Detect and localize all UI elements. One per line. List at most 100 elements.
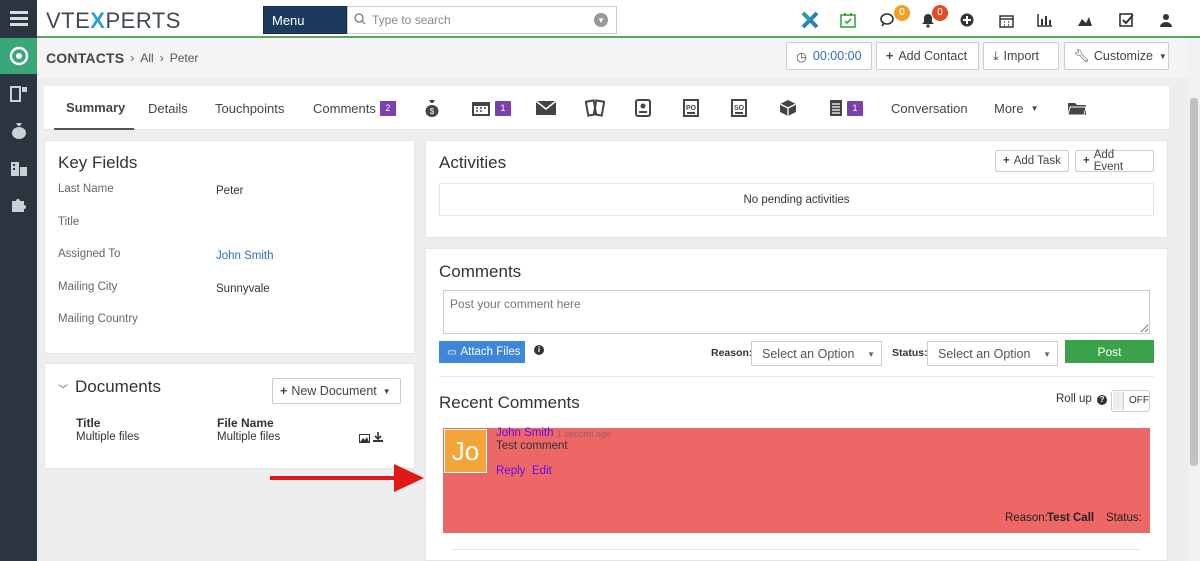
- tab-folder-icon[interactable]: [1067, 86, 1087, 130]
- new-document-button[interactable]: + New Document ▼: [272, 378, 401, 404]
- calendar-tab-badge: 1: [495, 100, 511, 116]
- status-select[interactable]: Select an Option ▼: [927, 341, 1058, 366]
- chevron-down-icon[interactable]: ﹀: [58, 381, 68, 396]
- help-icon[interactable]: ?: [1097, 395, 1107, 405]
- tab-touchpoints[interactable]: Touchpoints: [215, 86, 284, 130]
- toggle-knob: [1113, 392, 1124, 410]
- menu-button[interactable]: Menu: [263, 6, 347, 34]
- reason-select[interactable]: Select an Option ▼: [751, 341, 882, 366]
- area-chart-icon[interactable]: [1075, 10, 1095, 30]
- field-label: Mailing City: [58, 281, 118, 293]
- download-icon[interactable]: [373, 431, 383, 445]
- calendar-check-icon[interactable]: [838, 10, 858, 30]
- module-name[interactable]: CONTACTS: [46, 50, 124, 66]
- import-button[interactable]: ⤓ Import: [983, 42, 1059, 70]
- organization-building-icon[interactable]: [0, 150, 37, 186]
- comment-reason-value: Test Call: [1047, 512, 1095, 524]
- tab-comments[interactable]: Comments 2: [313, 86, 396, 130]
- marketing-icon[interactable]: [0, 76, 37, 112]
- reply-link[interactable]: Reply: [496, 465, 525, 477]
- top-navbar: VTEXPERTS Menu Type to search ▾ 0 0: [37, 0, 1200, 38]
- field-value[interactable]: Peter: [216, 185, 244, 197]
- documents-panel: ﹀ Documents + New Document ▼ Title File …: [44, 363, 415, 469]
- plus-icon: +: [280, 384, 288, 398]
- scrollbar-thumb[interactable]: [1190, 98, 1198, 466]
- field-label: Assigned To: [58, 248, 121, 260]
- tab-sales-order-icon[interactable]: SO: [731, 86, 747, 130]
- activities-title: Activities: [439, 153, 507, 172]
- calendar-icon[interactable]: [996, 10, 1016, 30]
- rollup-label: Roll up: [1056, 393, 1092, 405]
- image-preview-icon[interactable]: [359, 432, 370, 446]
- sales-money-bag-icon[interactable]: [0, 112, 37, 148]
- tab-contact-card-icon[interactable]: [635, 86, 651, 130]
- reason-label: Reason:: [711, 347, 753, 359]
- caret-down-icon: ▼: [867, 350, 875, 359]
- comments-panel: Comments ▭Attach Files i Reason: Select …: [425, 248, 1168, 561]
- info-icon[interactable]: i: [534, 345, 544, 355]
- status-label: Status:: [892, 347, 928, 359]
- field-label: Last Name: [58, 183, 114, 195]
- attach-files-button[interactable]: ▭ Attach Files: [439, 341, 525, 363]
- plus-icon: +: [1003, 155, 1010, 167]
- avatar: Jo: [444, 429, 487, 473]
- page-scrollbar[interactable]: [1188, 38, 1200, 561]
- extensions-puzzle-icon[interactable]: [0, 186, 37, 222]
- vtexperts-logo[interactable]: VTEXPERTS: [46, 8, 181, 34]
- tab-opportunities-money-icon[interactable]: $: [425, 86, 439, 130]
- post-button[interactable]: Post: [1065, 340, 1154, 363]
- tab-tickets-icon[interactable]: [585, 86, 605, 130]
- tab-conversation[interactable]: Conversation: [891, 86, 968, 130]
- dashboard-target-icon[interactable]: [0, 38, 37, 74]
- clock-icon: ◷: [796, 49, 807, 64]
- comments-tab-badge: 2: [379, 100, 396, 116]
- tab-products-box-icon[interactable]: [779, 86, 797, 130]
- breadcrumb-record: Peter: [169, 51, 199, 65]
- customize-button[interactable]: 🔧︎ Customize ▼: [1064, 42, 1169, 70]
- svg-text:$: $: [430, 107, 435, 116]
- caret-down-icon: ▼: [1043, 350, 1051, 359]
- divider: [451, 549, 1141, 550]
- recent-comments-title: Recent Comments: [439, 393, 580, 412]
- reports-bar-chart-icon[interactable]: [1035, 10, 1055, 30]
- tab-more[interactable]: More ▼: [994, 86, 1039, 130]
- plus-icon: +: [886, 49, 894, 63]
- tab-purchase-order-icon[interactable]: PO: [683, 86, 699, 130]
- wrench-icon: 🔧︎: [1074, 48, 1090, 63]
- add-circle-icon[interactable]: [957, 10, 977, 30]
- doc-row-title[interactable]: Multiple files: [76, 431, 139, 443]
- edit-link[interactable]: Edit: [532, 465, 552, 477]
- breadcrumb-all[interactable]: All: [140, 51, 153, 65]
- tab-details[interactable]: Details: [148, 86, 188, 130]
- hamburger-menu-icon[interactable]: [0, 0, 37, 36]
- tab-calendar-icon[interactable]: 1: [471, 86, 511, 130]
- no-activities-message: No pending activities: [439, 183, 1154, 216]
- tab-documents-icon[interactable]: 1: [829, 86, 863, 130]
- tasks-checkbox-icon[interactable]: [1117, 10, 1137, 30]
- documents-title: Documents: [75, 377, 161, 396]
- user-profile-icon[interactable]: [1156, 10, 1176, 30]
- search-icon: [354, 12, 366, 28]
- add-task-button[interactable]: + Add Task: [995, 150, 1069, 172]
- comment-textarea[interactable]: [443, 290, 1150, 334]
- comment-author[interactable]: John Smith: [496, 427, 554, 439]
- tab-email-envelope-icon[interactable]: [536, 86, 556, 130]
- field-value[interactable]: Sunnyvale: [216, 283, 270, 295]
- tab-summary[interactable]: Summary: [54, 86, 134, 130]
- field-label: Mailing Country: [58, 313, 138, 325]
- rollup-toggle[interactable]: OFF: [1111, 390, 1150, 412]
- add-contact-button[interactable]: + Add Contact: [876, 42, 979, 70]
- svg-text:PO: PO: [686, 105, 697, 112]
- timer-button[interactable]: ◷ 00:00:00: [786, 42, 872, 70]
- caret-down-icon: ▼: [382, 386, 391, 396]
- search-placeholder: Type to search: [372, 13, 451, 27]
- doc-row-filename: Multiple files: [217, 431, 281, 443]
- comment-text: Test comment: [496, 440, 568, 452]
- assigned-user-link[interactable]: John Smith: [216, 250, 274, 262]
- vtexperts-x-icon[interactable]: [800, 10, 820, 30]
- notifications-count-badge: 0: [932, 5, 948, 21]
- chevron-right-icon: ›: [159, 51, 164, 65]
- add-event-button[interactable]: + Add Event: [1075, 149, 1154, 173]
- global-search-input[interactable]: Type to search ▾: [347, 6, 617, 34]
- search-dropdown-icon[interactable]: ▾: [594, 13, 608, 27]
